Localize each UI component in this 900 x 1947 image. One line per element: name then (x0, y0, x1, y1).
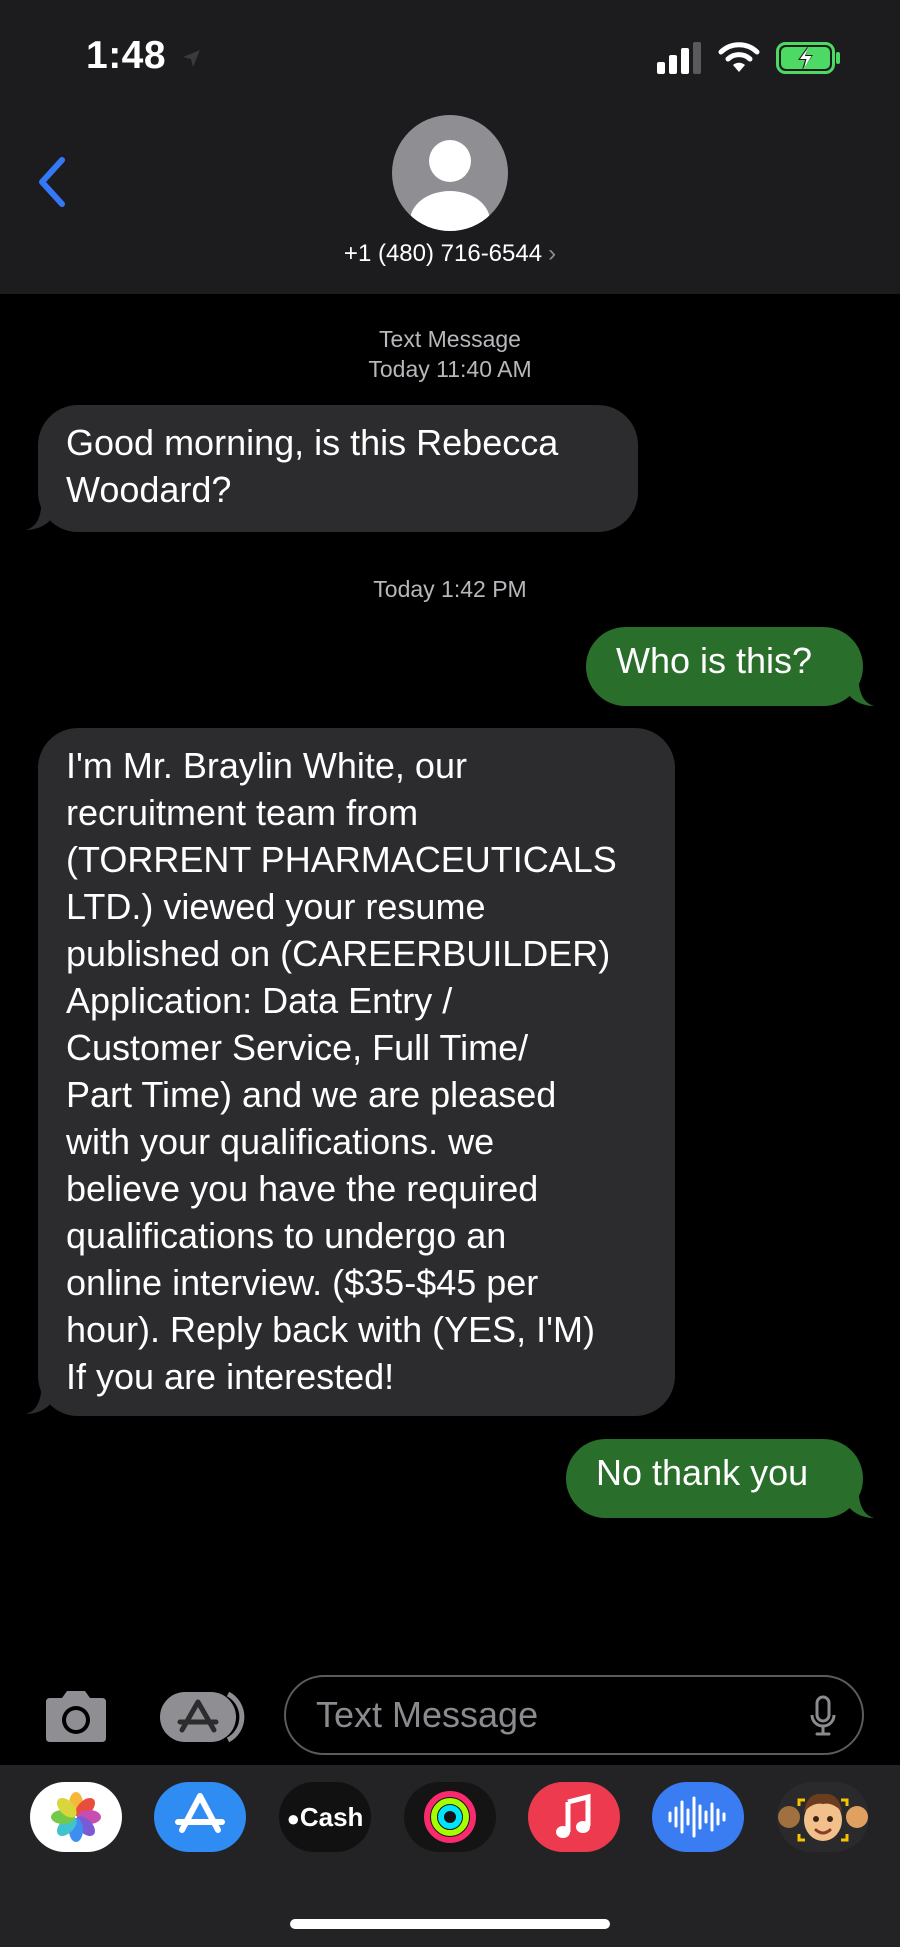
bubble-tail (26, 492, 54, 530)
location-arrow-icon (183, 50, 200, 67)
app-store-button-icon[interactable] (158, 1690, 248, 1744)
microphone-icon[interactable] (810, 1695, 836, 1737)
message-line: (TORRENT PHARMACEUTICALS (66, 839, 617, 880)
bubble-tail (846, 1480, 874, 1518)
home-indicator[interactable] (290, 1919, 610, 1929)
message-line: I'm Mr. Braylin White, our (66, 745, 467, 786)
app-store-app-icon[interactable] (154, 1782, 246, 1852)
message-line: Customer Service, Full Time/ (66, 1027, 529, 1068)
contact-name-button[interactable]: +1 (480) 716-6544 › (0, 240, 900, 268)
message-line: No thank you (596, 1452, 809, 1493)
message-line: Good morning, is this Rebecca (66, 422, 559, 463)
message-line: recruitment team from (66, 792, 419, 833)
message-line: hour). Reply back with (YES, I'M) (66, 1309, 596, 1350)
photos-app-icon[interactable] (30, 1782, 122, 1852)
message-input[interactable]: Text Message (284, 1675, 864, 1755)
outgoing-message[interactable]: No thank you (566, 1439, 863, 1518)
contact-number: +1 (480) 716-6544 (343, 240, 543, 267)
cellular-signal-icon (657, 42, 703, 74)
message-line: Application: Data Entry / (66, 980, 453, 1021)
timestamp: Today 11:40 AM (368, 356, 532, 382)
back-chevron-icon[interactable] (30, 150, 76, 214)
sound-wave-app-icon[interactable] (652, 1782, 744, 1852)
message-line: Woodard? (66, 469, 232, 510)
conversation-header: 1:48 +1 (480) 716-6544 › (0, 0, 900, 294)
chevron-right-icon: › (548, 240, 557, 267)
message-line: believe you have the required (66, 1168, 539, 1209)
apple-cash-app-icon[interactable]: ●Cash (279, 1782, 371, 1852)
incoming-message[interactable]: Good morning, is this Rebecca Woodard? (38, 405, 638, 532)
message-input-placeholder: Text Message (316, 1694, 539, 1735)
apple-cash-label: Cash (299, 1802, 364, 1832)
music-app-icon[interactable] (528, 1782, 620, 1852)
message-line: LTD.) viewed your resume (66, 886, 486, 927)
message-line: with your qualifications. we (66, 1121, 495, 1162)
activity-app-icon[interactable] (404, 1782, 496, 1852)
memoji-app-icon[interactable] (777, 1782, 869, 1852)
contact-avatar[interactable] (392, 115, 508, 231)
outgoing-message[interactable]: Who is this? (586, 627, 863, 706)
status-time: 1:48 (86, 34, 167, 77)
incoming-message[interactable]: I'm Mr. Braylin White, our recruitment t… (38, 728, 675, 1416)
message-service-label: Text Message (379, 326, 521, 352)
bubble-tail (26, 1376, 54, 1414)
apple-logo-icon: ● (286, 1806, 300, 1831)
message-line: Part Time) and we are pleased (66, 1074, 557, 1115)
message-line: published on (CAREERBUILDER) (66, 933, 611, 974)
wifi-icon (718, 42, 760, 72)
timestamp: Today 1:42 PM (373, 576, 527, 602)
bubble-tail (846, 668, 874, 706)
message-line: Who is this? (616, 640, 813, 681)
battery-charging-icon (776, 42, 840, 74)
message-line: If you are interested! (66, 1356, 395, 1397)
message-line: qualifications to undergo an (66, 1215, 507, 1256)
message-line: online interview. ($35-$45 per (66, 1262, 539, 1303)
camera-icon[interactable] (40, 1688, 112, 1744)
